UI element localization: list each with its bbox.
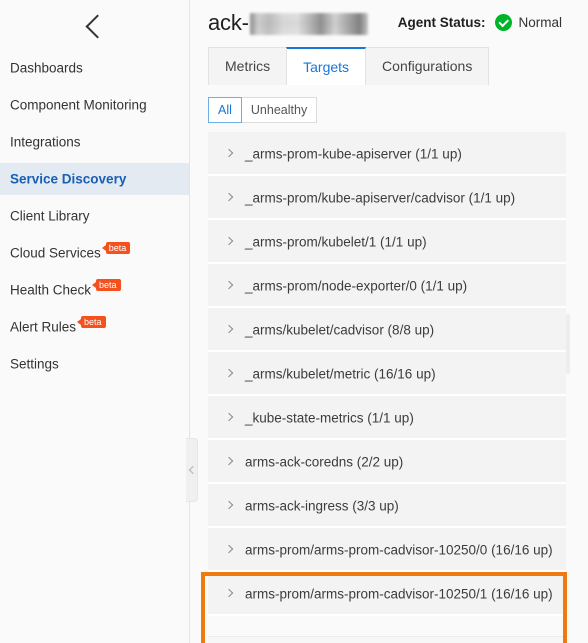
tab-configurations[interactable]: Configurations bbox=[365, 47, 490, 85]
target-label: arms-ack-coredns (2/2 up) bbox=[245, 454, 404, 470]
chevron-right-icon bbox=[224, 149, 234, 158]
page-header: ack- Agent Status: Normal bbox=[190, 0, 588, 36]
sidebar-item-settings[interactable]: Settings bbox=[0, 348, 189, 380]
sidebar-item-label: Cloud Services bbox=[10, 245, 101, 261]
target-label: _arms-prom-kube-apiserver (1/1 up) bbox=[245, 146, 462, 162]
target-label: _arms/kubelet/metric (16/16 up) bbox=[245, 366, 436, 382]
table-row[interactable]: arms-ack-coredns (2/2 up) bbox=[208, 440, 566, 484]
target-label: _arms/kubelet/cadvisor (8/8 up) bbox=[245, 322, 435, 338]
sidebar-item-label: Integrations bbox=[10, 134, 81, 150]
sidebar-item-dashboards[interactable]: Dashboards bbox=[0, 52, 189, 84]
chevron-right-icon bbox=[224, 325, 234, 334]
sidebar-item-service-discovery[interactable]: Service Discovery bbox=[0, 163, 189, 195]
target-label: arms-prom/arms-prom-cadvisor-10250/0 (16… bbox=[245, 542, 553, 558]
sidebar-item-label: Dashboards bbox=[10, 60, 83, 76]
tab-bar: Metrics Targets Configurations bbox=[208, 45, 588, 85]
filter-unhealthy-button[interactable]: Unhealthy bbox=[240, 97, 318, 123]
tab-metrics[interactable]: Metrics bbox=[208, 47, 288, 85]
table-row[interactable]: _arms/kubelet/cadvisor (8/8 up) bbox=[208, 308, 566, 352]
chevron-left-icon bbox=[188, 465, 197, 475]
table-row[interactable]: arms-prom/arms-prom-cadvisor-10250/0 (16… bbox=[208, 528, 566, 572]
sidebar-nav-list: Dashboards Component Monitoring Integrat… bbox=[0, 52, 189, 380]
beta-badge: beta bbox=[77, 316, 106, 329]
chevron-right-icon bbox=[224, 237, 234, 246]
target-list-wrapper: _arms-prom-kube-apiserver (1/1 up) _arms… bbox=[201, 132, 570, 643]
sidebar-item-label: Component Monitoring bbox=[10, 97, 147, 113]
table-row[interactable]: arms-prom/arms-prom-cadvisor-10250/1 (16… bbox=[208, 572, 566, 616]
target-label: _arms-prom/kubelet/1 (1/1 up) bbox=[245, 234, 427, 250]
target-label: _arms-prom/kube-apiserver/cadvisor (1/1 … bbox=[245, 190, 516, 206]
target-label: arms-ack-ingress (3/3 up) bbox=[245, 498, 399, 514]
page-title: ack- bbox=[208, 10, 368, 36]
chevron-right-icon bbox=[224, 545, 234, 554]
table-row[interactable]: _kube-state-metrics (1/1 up) bbox=[208, 396, 566, 440]
table-row[interactable]: _arms-prom/kubelet/1 (1/1 up) bbox=[208, 220, 566, 264]
chevron-right-icon bbox=[224, 589, 234, 598]
bottom-strip bbox=[208, 636, 566, 643]
scrollbar-thumb[interactable] bbox=[566, 314, 570, 374]
chevron-left-icon bbox=[84, 13, 110, 39]
main-content: ack- Agent Status: Normal Metrics Target… bbox=[190, 0, 588, 643]
table-row[interactable]: _arms-prom/kube-apiserver/cadvisor (1/1 … bbox=[208, 176, 566, 220]
agent-status-label: Agent Status: bbox=[397, 15, 486, 30]
sidebar-item-health-check[interactable]: Health Check beta bbox=[0, 274, 189, 306]
chevron-right-icon bbox=[224, 193, 234, 202]
sidebar: Dashboards Component Monitoring Integrat… bbox=[0, 0, 198, 643]
beta-badge: beta bbox=[101, 242, 131, 255]
table-row[interactable]: _arms/kubelet/metric (16/16 up) bbox=[208, 352, 566, 396]
agent-status-value: Normal bbox=[518, 15, 563, 30]
sidebar-item-label: Service Discovery bbox=[10, 171, 127, 187]
sidebar-item-client-library[interactable]: Client Library bbox=[0, 200, 189, 232]
target-list: _arms-prom-kube-apiserver (1/1 up) _arms… bbox=[208, 132, 566, 616]
agent-status: Agent Status: Normal bbox=[398, 14, 562, 31]
filter-group: All Unhealthy bbox=[208, 97, 318, 123]
check-circle-icon bbox=[494, 14, 512, 31]
filter-all-button[interactable]: All bbox=[208, 97, 242, 123]
table-row[interactable]: arms-ack-ingress (3/3 up) bbox=[208, 484, 566, 528]
tab-targets[interactable]: Targets bbox=[286, 47, 367, 85]
redacted-title-block bbox=[249, 12, 368, 35]
sidebar-item-label: Alert Rules bbox=[10, 319, 77, 335]
beta-badge: beta bbox=[92, 279, 121, 292]
sidebar-item-label: Settings bbox=[10, 356, 59, 372]
page-title-prefix: ack- bbox=[208, 9, 249, 35]
target-label: arms-prom/arms-prom-cadvisor-10250/1 (16… bbox=[245, 586, 553, 602]
chevron-right-icon bbox=[224, 457, 234, 466]
app-root: Dashboards Component Monitoring Integrat… bbox=[0, 0, 588, 643]
sidebar-collapse-button[interactable] bbox=[0, 0, 189, 52]
sidebar-item-label: Client Library bbox=[10, 208, 90, 224]
sidebar-item-cloud-services[interactable]: Cloud Services beta bbox=[0, 237, 189, 269]
table-row[interactable]: _arms-prom/node-exporter/0 (1/1 up) bbox=[208, 264, 566, 308]
sidebar-item-alert-rules[interactable]: Alert Rules beta bbox=[0, 311, 189, 343]
chevron-right-icon bbox=[224, 413, 234, 422]
chevron-right-icon bbox=[224, 369, 234, 378]
chevron-right-icon bbox=[224, 281, 234, 290]
target-label: _kube-state-metrics (1/1 up) bbox=[245, 410, 414, 426]
sidebar-item-integrations[interactable]: Integrations bbox=[0, 126, 189, 158]
target-label: _arms-prom/node-exporter/0 (1/1 up) bbox=[245, 278, 468, 294]
panel-collapse-handle[interactable] bbox=[186, 438, 198, 502]
sidebar-item-label: Health Check bbox=[10, 282, 92, 298]
chevron-right-icon bbox=[224, 501, 234, 510]
table-row[interactable]: _arms-prom-kube-apiserver (1/1 up) bbox=[208, 132, 566, 176]
sidebar-item-component-monitoring[interactable]: Component Monitoring bbox=[0, 89, 189, 121]
